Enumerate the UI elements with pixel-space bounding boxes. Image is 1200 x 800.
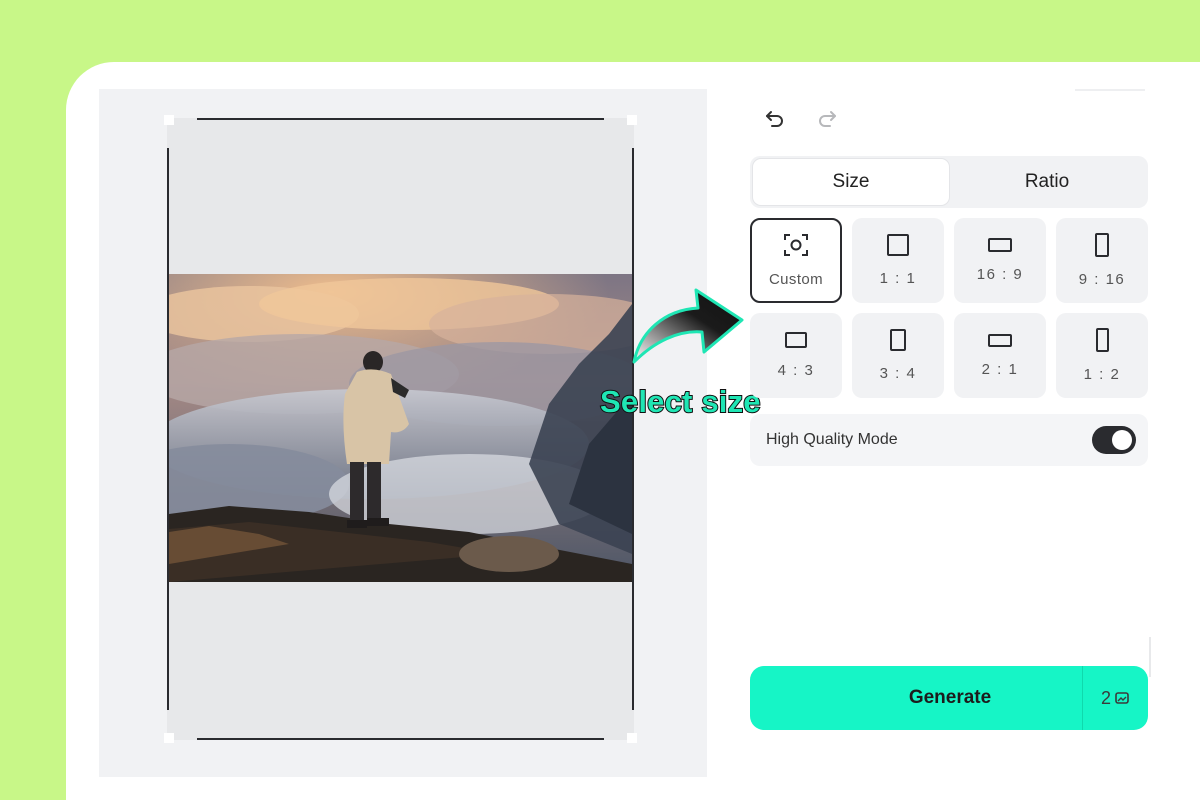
tab-size[interactable]: Size xyxy=(753,159,949,205)
high-quality-row: High Quality Mode xyxy=(750,414,1148,466)
portrait-ratio-icon xyxy=(890,329,906,351)
size-option-4-3[interactable]: 4 : 3 xyxy=(750,313,842,398)
size-ratio-tabs: Size Ratio xyxy=(750,156,1148,208)
portrait-ratio-icon xyxy=(1095,328,1109,352)
curved-arrow-icon xyxy=(632,288,744,364)
size-option-custom[interactable]: Custom xyxy=(750,218,842,303)
crop-handle-top-right[interactable] xyxy=(627,115,637,125)
tab-ratio[interactable]: Ratio xyxy=(949,159,1145,205)
size-option-label: 1 : 2 xyxy=(1083,366,1121,383)
crop-handle-top-left[interactable] xyxy=(164,115,174,125)
size-options-grid: Custom 1 : 1 16 : 9 9 : 16 4 : 3 3 : 4 2… xyxy=(750,218,1148,398)
redo-icon xyxy=(819,111,836,127)
history-controls xyxy=(762,104,840,132)
high-quality-label: High Quality Mode xyxy=(766,431,898,448)
crop-handle-bottom-right[interactable] xyxy=(627,733,637,743)
square-ratio-icon xyxy=(887,234,909,256)
divider xyxy=(1149,637,1151,677)
size-option-9-16[interactable]: 9 : 16 xyxy=(1056,218,1148,303)
undo-button[interactable] xyxy=(762,104,788,132)
portrait-ratio-icon xyxy=(1095,233,1109,257)
redo-button[interactable] xyxy=(814,104,840,132)
size-option-label: 1 : 1 xyxy=(879,270,917,287)
custom-size-icon xyxy=(784,234,808,256)
size-option-3-4[interactable]: 3 : 4 xyxy=(852,313,944,398)
generate-button[interactable]: Generate 2 xyxy=(750,666,1148,730)
select-size-annotation: Select size xyxy=(599,383,762,420)
crop-edge-bottom[interactable] xyxy=(197,738,604,740)
size-option-label: 9 : 16 xyxy=(1078,271,1126,288)
size-option-label: 2 : 1 xyxy=(981,360,1019,378)
image-credit-icon xyxy=(1115,692,1129,704)
toggle-knob xyxy=(1112,430,1132,450)
size-option-label: 16 : 9 xyxy=(976,266,1024,283)
size-option-2-1[interactable]: 2 : 1 xyxy=(954,313,1046,398)
size-option-1-2[interactable]: 1 : 2 xyxy=(1056,313,1148,398)
size-option-1-1[interactable]: 1 : 1 xyxy=(852,218,944,303)
high-quality-toggle[interactable] xyxy=(1092,426,1136,454)
generate-label: Generate xyxy=(908,687,992,708)
crop-edge-right[interactable] xyxy=(632,148,634,710)
source-photo xyxy=(169,274,632,582)
undo-icon xyxy=(766,111,783,127)
divider xyxy=(1075,89,1145,91)
size-option-label: 3 : 4 xyxy=(879,365,917,382)
size-option-label: 4 : 3 xyxy=(777,362,815,379)
landscape-ratio-icon xyxy=(988,238,1012,252)
landscape-ratio-icon xyxy=(988,333,1012,347)
credits-count: 2 xyxy=(1100,687,1111,708)
crop-handle-bottom-left[interactable] xyxy=(164,733,174,743)
landscape-ratio-icon xyxy=(785,332,807,348)
crop-edge-top[interactable] xyxy=(197,118,604,120)
credits-indicator: 2 xyxy=(1082,666,1148,730)
size-option-16-9[interactable]: 16 : 9 xyxy=(954,218,1046,303)
size-option-label: Custom xyxy=(768,271,824,288)
